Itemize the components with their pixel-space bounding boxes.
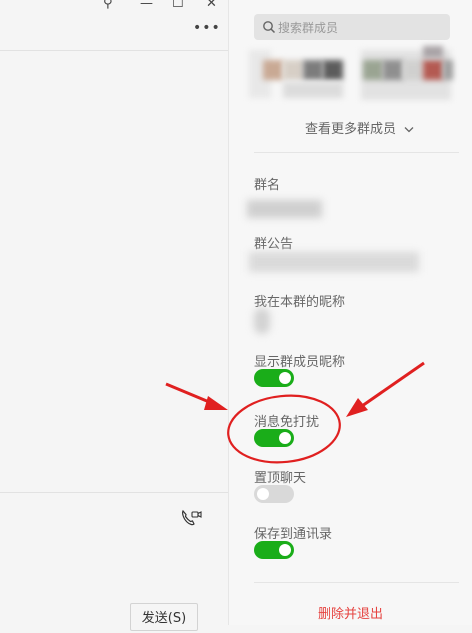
avatar[interactable] bbox=[423, 46, 443, 58]
do-not-disturb-toggle[interactable] bbox=[254, 429, 294, 447]
divider bbox=[254, 582, 459, 583]
show-nicknames-label: 显示群成员昵称 bbox=[254, 355, 346, 370]
search-icon bbox=[263, 21, 276, 34]
message-input-area[interactable]: 发送(S) bbox=[0, 492, 228, 631]
title-bar: ⚲ — ☐ ✕ ••• bbox=[0, 0, 228, 51]
save-contacts-toggle[interactable] bbox=[254, 541, 294, 559]
announcement-label: 群公告 bbox=[254, 237, 294, 252]
search-placeholder: 搜索群成员 bbox=[278, 21, 339, 35]
my-nickname-value[interactable] bbox=[254, 308, 270, 334]
avatar[interactable] bbox=[283, 82, 343, 98]
pin-icon[interactable]: ⚲ bbox=[103, 0, 113, 14]
video-call-icon[interactable] bbox=[180, 509, 202, 527]
group-info-panel: 搜索群成员 查看更多群成员 群名 群公告 我在本群的昵称 显示群成员昵称 消息免 bbox=[228, 0, 472, 625]
show-nicknames-toggle[interactable] bbox=[254, 369, 294, 387]
toggle-knob bbox=[257, 488, 269, 500]
announcement-value[interactable] bbox=[249, 252, 419, 272]
group-name-label: 群名 bbox=[254, 178, 281, 193]
close-icon[interactable]: ✕ bbox=[206, 0, 217, 14]
avatar[interactable] bbox=[403, 60, 423, 80]
avatar[interactable] bbox=[383, 60, 403, 80]
pin-chat-label: 置顶聊天 bbox=[254, 471, 307, 486]
avatar[interactable] bbox=[303, 60, 323, 80]
view-more-label: 查看更多群成员 bbox=[305, 122, 397, 137]
avatar[interactable] bbox=[263, 60, 283, 80]
minimize-icon[interactable]: — bbox=[140, 0, 153, 14]
do-not-disturb-label: 消息免打扰 bbox=[254, 415, 320, 430]
group-name-value[interactable] bbox=[247, 200, 322, 218]
chat-pane: ⚲ — ☐ ✕ ••• 发送(S) bbox=[0, 0, 228, 631]
search-input[interactable]: 搜索群成员 bbox=[254, 14, 450, 40]
delete-and-exit-button[interactable]: 删除并退出 bbox=[318, 603, 383, 622]
toggle-knob bbox=[279, 372, 291, 384]
member-avatar-list[interactable] bbox=[249, 46, 454, 106]
avatar[interactable] bbox=[323, 60, 343, 80]
view-more-members-button[interactable]: 查看更多群成员 bbox=[305, 118, 414, 137]
more-dots-icon[interactable]: ••• bbox=[193, 20, 221, 36]
pin-chat-toggle[interactable] bbox=[254, 485, 294, 503]
message-area bbox=[0, 51, 228, 492]
chevron-down-icon bbox=[404, 127, 414, 133]
avatar[interactable] bbox=[443, 60, 453, 80]
avatar[interactable] bbox=[363, 60, 383, 80]
avatar[interactable] bbox=[283, 60, 303, 80]
maximize-icon[interactable]: ☐ bbox=[172, 0, 184, 14]
send-button[interactable]: 发送(S) bbox=[130, 603, 198, 631]
avatar[interactable] bbox=[423, 60, 443, 80]
toggle-knob bbox=[279, 544, 291, 556]
toggle-knob bbox=[279, 432, 291, 444]
my-nickname-label: 我在本群的昵称 bbox=[254, 295, 346, 310]
divider bbox=[254, 152, 459, 153]
save-contacts-label: 保存到通讯录 bbox=[254, 527, 333, 542]
